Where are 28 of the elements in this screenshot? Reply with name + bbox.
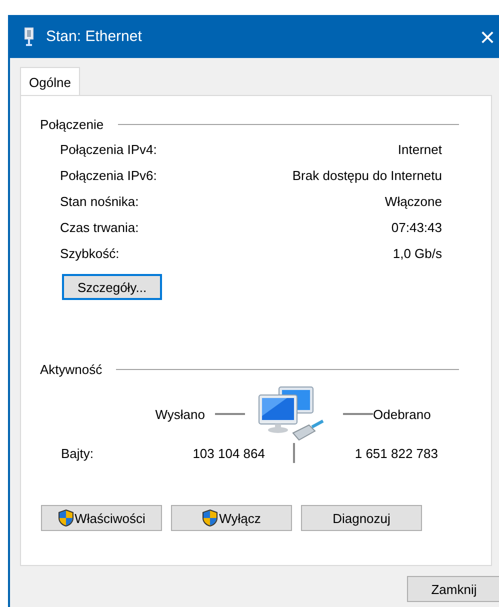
details-button[interactable]: Szczegóły... <box>62 274 162 300</box>
bytes-label: Bajty: <box>60 446 95 460</box>
section-heading: Połączenie <box>40 117 104 132</box>
field-value: 1,0 Gb/s <box>392 246 442 260</box>
shield-icon <box>58 509 74 527</box>
ethernet-icon <box>24 26 34 46</box>
bytes-received: 1 651 822 783 <box>354 446 438 460</box>
close-dialog-button[interactable]: Zamknij <box>407 576 499 602</box>
sent-label: Wysłano <box>155 406 205 422</box>
field-value: Brak dostępu do Internetu <box>292 168 442 182</box>
shield-icon <box>202 509 218 527</box>
action-button[interactable]: Wyłącz <box>171 505 292 531</box>
field-label: Stan nośnika: <box>60 194 139 208</box>
field-label: Szybkość: <box>60 246 120 260</box>
tab[interactable]: Ogólne <box>20 67 80 95</box>
field-value: 07:43:43 <box>391 220 442 234</box>
field-value: Internet <box>398 142 442 156</box>
received-label: Odebrano <box>373 406 432 422</box>
field-value: Włączone <box>384 194 442 208</box>
close-button[interactable]: × <box>480 24 495 50</box>
bytes-sent: 103 104 864 <box>192 446 265 460</box>
action-button[interactable]: Właściwości <box>41 505 162 531</box>
section-heading: Aktywność <box>40 362 102 377</box>
action-button[interactable]: Diagnozuj <box>301 505 422 531</box>
window-title: Stan: Ethernet <box>46 28 143 45</box>
field-label: Czas trwania: <box>60 220 139 234</box>
field-label: Połączenia IPv6: <box>60 168 157 182</box>
field-label: Połączenia IPv4: <box>60 142 157 156</box>
